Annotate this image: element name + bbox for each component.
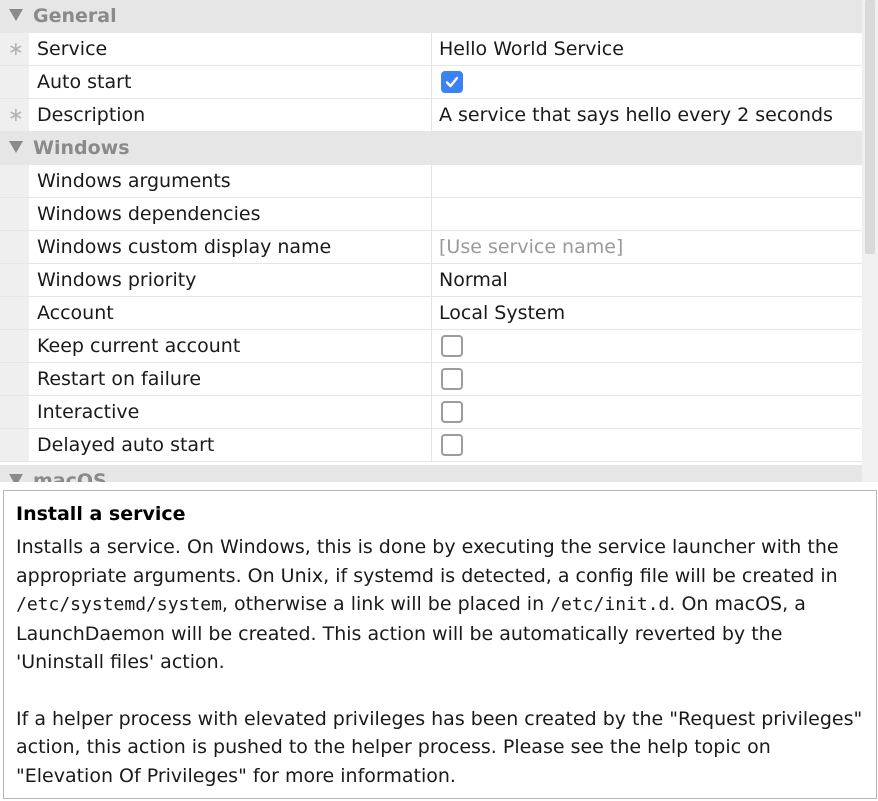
column-divider: [431, 66, 432, 98]
account-value[interactable]: Local System: [439, 302, 565, 324]
property-label: Windows custom display name: [37, 236, 332, 258]
row-gutter: [0, 330, 29, 362]
row-windows-dependencies[interactable]: Windows dependencies: [0, 198, 862, 231]
windows-priority-value[interactable]: Normal: [439, 269, 508, 291]
row-gutter: [0, 198, 29, 230]
required-asterisk-icon: ∗: [8, 38, 24, 60]
row-windows-priority[interactable]: Windows priority Normal: [0, 264, 862, 297]
help-paragraph-2: If a helper process with elevated privil…: [16, 707, 863, 787]
row-account[interactable]: Account Local System: [0, 297, 862, 330]
property-label: Restart on failure: [37, 368, 202, 390]
interactive-checkbox[interactable]: [441, 401, 463, 423]
row-gutter: [0, 363, 29, 395]
row-gutter: [0, 231, 29, 263]
delayed-auto-start-checkbox[interactable]: [441, 434, 463, 456]
property-label: Description: [37, 104, 146, 126]
property-label: Keep current account: [37, 335, 241, 357]
property-label: Interactive: [37, 401, 140, 423]
property-label: Account: [37, 302, 114, 324]
row-gutter: [0, 396, 29, 428]
row-windows-custom-display-name[interactable]: Windows custom display name [Use service…: [0, 231, 862, 264]
property-label: Auto start: [37, 71, 132, 93]
column-divider: [431, 330, 432, 362]
property-label: Delayed auto start: [37, 434, 215, 456]
help-panel: Install a service Installs a service. On…: [3, 490, 877, 799]
column-divider: [431, 429, 432, 461]
required-asterisk-icon: ∗: [8, 104, 24, 126]
row-gutter: [0, 264, 29, 296]
row-gutter: [0, 429, 29, 461]
description-value[interactable]: A service that says hello every 2 second…: [439, 104, 833, 126]
help-paragraph-1: Installs a service. On Windows, this is …: [16, 533, 864, 677]
row-interactive[interactable]: Interactive: [0, 396, 862, 429]
column-divider: [431, 198, 432, 230]
scrollbar-thumb[interactable]: [865, 0, 875, 254]
property-label: Service: [37, 38, 108, 60]
row-gutter: [0, 165, 29, 197]
help-title: Install a service: [16, 503, 186, 525]
custom-display-name-placeholder[interactable]: [Use service name]: [439, 236, 623, 258]
auto-start-checkbox[interactable]: [441, 71, 463, 93]
row-delayed-auto-start[interactable]: Delayed auto start: [0, 429, 862, 462]
row-service[interactable]: ∗ Service Hello World Service: [0, 33, 862, 66]
column-divider: [431, 396, 432, 428]
column-divider: [431, 33, 432, 65]
section-windows-header[interactable]: Windows: [0, 132, 862, 165]
property-label: Windows priority: [37, 269, 197, 291]
section-title: macOS: [33, 470, 107, 482]
keep-current-account-checkbox[interactable]: [441, 335, 463, 357]
section-title: Windows: [33, 137, 130, 159]
collapse-triangle-icon[interactable]: [9, 141, 23, 153]
property-label: Windows arguments: [37, 170, 231, 192]
row-restart-on-failure[interactable]: Restart on failure: [0, 363, 862, 396]
help-text: Installs a service. On Windows, this is …: [16, 536, 839, 587]
collapse-triangle-icon[interactable]: [9, 9, 23, 21]
row-windows-arguments[interactable]: Windows arguments: [0, 165, 862, 198]
row-auto-start[interactable]: Auto start: [0, 66, 862, 99]
vertical-scrollbar[interactable]: [862, 0, 878, 482]
initd-path: /etc/init.d: [550, 594, 670, 615]
column-divider: [431, 231, 432, 263]
service-name-value[interactable]: Hello World Service: [439, 38, 624, 60]
column-divider: [431, 297, 432, 329]
row-gutter: [0, 66, 29, 98]
checkmark-icon: [445, 76, 459, 88]
help-text: , otherwise a link will be placed in: [221, 593, 551, 615]
row-keep-current-account[interactable]: Keep current account: [0, 330, 862, 363]
restart-on-failure-checkbox[interactable]: [441, 368, 463, 390]
property-grid: General ∗ Service Hello World Service Au…: [0, 0, 862, 482]
column-divider: [431, 99, 432, 131]
section-general-header[interactable]: General: [0, 0, 862, 33]
section-title: General: [33, 5, 117, 27]
row-gutter: [0, 297, 29, 329]
column-divider: [431, 165, 432, 197]
column-divider: [431, 363, 432, 395]
row-description[interactable]: ∗ Description A service that says hello …: [0, 99, 862, 132]
section-macos-header[interactable]: macOS: [0, 465, 862, 482]
property-label: Windows dependencies: [37, 203, 261, 225]
systemd-path: /etc/systemd/system: [16, 594, 222, 615]
column-divider: [431, 264, 432, 296]
collapse-triangle-icon[interactable]: [9, 474, 23, 482]
